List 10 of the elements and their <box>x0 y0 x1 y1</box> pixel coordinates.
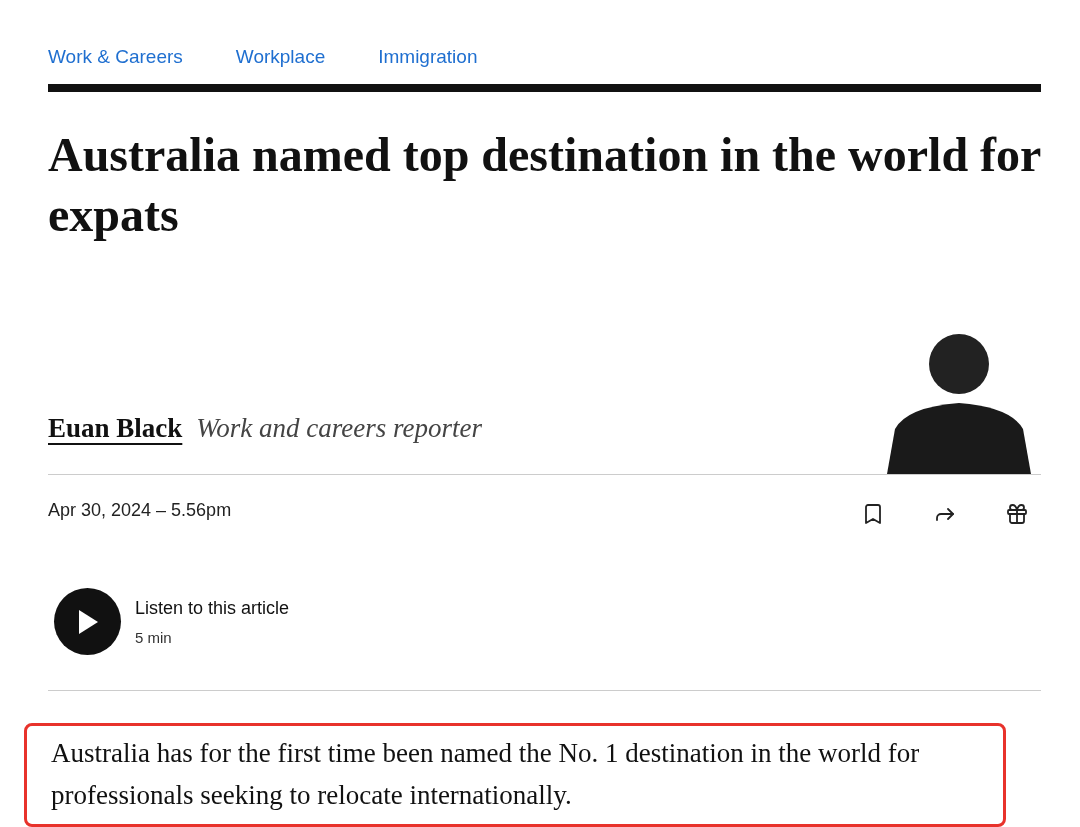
publish-date: Apr 30, 2024 – 5.56pm <box>48 499 232 521</box>
audio-duration: 5 min <box>135 628 173 646</box>
audio-title: Listen to this article <box>135 597 290 619</box>
nav-link[interactable]: Workplace <box>235 46 326 68</box>
author-name[interactable]: Euan Black <box>48 413 183 444</box>
nav-link[interactable]: Immigration <box>378 46 478 68</box>
lead-paragraph: Australia has for the first time been named the No. 1 destination in the world for professionals seeking to relocate internationally. <box>24 723 1006 827</box>
nav-link[interactable]: Work & Careers <box>48 46 183 68</box>
headline: Australia named top destination in the world for expats <box>48 127 1041 243</box>
author-role: Work and careers reporter <box>196 413 483 444</box>
